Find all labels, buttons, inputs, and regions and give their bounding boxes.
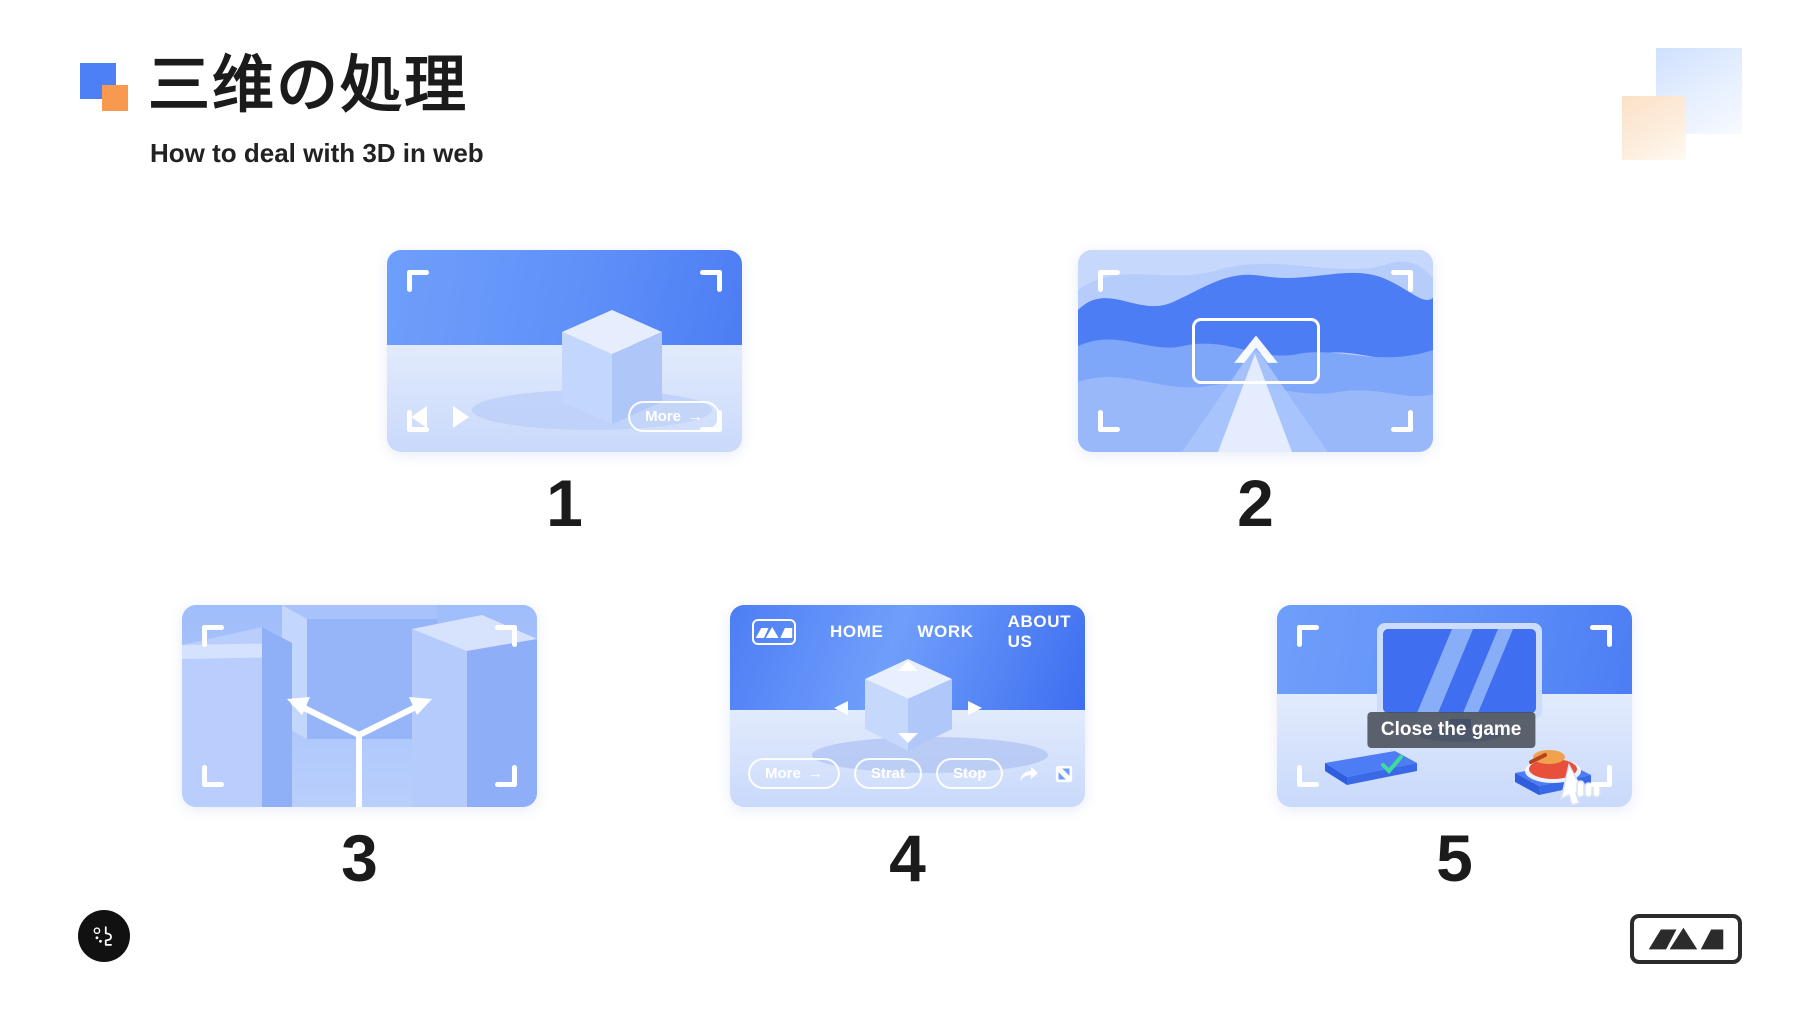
corner-bracket-top-left: [1297, 625, 1323, 651]
nav-link-work[interactable]: WORK: [917, 622, 973, 642]
nav-link-about-us[interactable]: ABOUT US: [1008, 612, 1071, 652]
cube-viewer-card[interactable]: More →: [387, 250, 742, 452]
cube-toolbar: More → Strat Stop: [748, 758, 1075, 789]
corner-bracket-top-right: [491, 625, 517, 651]
card-number-5: 5: [1436, 821, 1473, 895]
card-3[interactable]: [182, 605, 537, 807]
next-arrow-icon[interactable]: [453, 406, 469, 428]
decor-square-orange: [1622, 96, 1686, 160]
more-button[interactable]: More →: [628, 401, 720, 432]
desktop-scene-illustration: [1325, 623, 1601, 806]
page-subtitle: How to deal with 3D in web: [150, 138, 484, 168]
corner-bracket-bottom-right: [1586, 761, 1612, 787]
mountain-logo-icon: [1648, 927, 1724, 950]
card-4[interactable]: HOME WORK ABOUT US More → Strat Stop: [730, 605, 1085, 807]
corner-bracket-top-right: [696, 270, 722, 296]
stop-button[interactable]: Stop: [936, 758, 1004, 789]
site-nav-cube-card[interactable]: HOME WORK ABOUT US More → Strat Stop: [730, 605, 1085, 807]
arrow-right-icon: →: [807, 765, 823, 782]
blocks-illustration: [182, 605, 537, 807]
decorative-squares: [1622, 48, 1742, 160]
corner-bracket-bottom-left: [1297, 761, 1323, 787]
fullscreen-icon[interactable]: [1053, 763, 1075, 785]
axis-blocks-card[interactable]: [182, 605, 537, 807]
corner-bracket-bottom-right: [491, 761, 517, 787]
navbar-logo[interactable]: [752, 619, 796, 645]
more-button-wrap: More →: [628, 401, 720, 432]
corner-bracket-bottom-right: [1387, 406, 1413, 432]
up-arrow-icon: [1233, 335, 1278, 363]
nav-link-home[interactable]: HOME: [830, 622, 883, 642]
share-icon[interactable]: [1017, 763, 1039, 785]
logo-square-orange: [102, 85, 128, 111]
author-badge[interactable]: [78, 910, 130, 962]
corner-bracket-bottom-left: [202, 761, 228, 787]
corner-bracket-top-left: [407, 270, 433, 296]
start-button[interactable]: Strat: [853, 758, 923, 789]
more-button-label: More: [765, 765, 801, 782]
tooltip: Close the game: [1366, 712, 1536, 749]
card-number-3: 3: [341, 821, 378, 895]
corner-bracket-bottom-left: [1098, 406, 1124, 432]
author-badge-icon: [93, 926, 112, 946]
corner-bracket-top-left: [202, 625, 228, 651]
card-number-1: 1: [546, 466, 583, 540]
selection-frame[interactable]: [1191, 318, 1320, 384]
playback-controls: [411, 406, 469, 428]
desktop-game-card[interactable]: Close the game: [1277, 605, 1632, 807]
site-navbar: HOME WORK ABOUT US: [730, 605, 1085, 659]
card-number-4: 4: [889, 821, 926, 895]
card-2[interactable]: [1078, 250, 1433, 452]
corner-bracket-top-right: [1387, 270, 1413, 296]
brand-logo: [1630, 914, 1742, 964]
mountain-logo-icon: [755, 626, 793, 638]
corner-bracket-top-right: [1586, 625, 1612, 651]
corner-bracket-top-left: [1098, 270, 1124, 296]
arrow-right-icon: →: [688, 408, 703, 425]
terrain-upload-card[interactable]: [1078, 250, 1433, 452]
card-number-2: 2: [1237, 466, 1274, 540]
prev-arrow-icon[interactable]: [411, 406, 427, 428]
brand-logo-mark: [80, 63, 132, 115]
more-button-label: More: [645, 408, 681, 425]
card-5[interactable]: Close the game: [1277, 605, 1632, 807]
card-1[interactable]: More →: [387, 250, 742, 452]
more-button[interactable]: More →: [748, 758, 840, 789]
slide: 三维の処理 How to deal with 3D in web More → …: [0, 0, 1800, 1014]
page-title: 三维の処理: [148, 51, 469, 120]
